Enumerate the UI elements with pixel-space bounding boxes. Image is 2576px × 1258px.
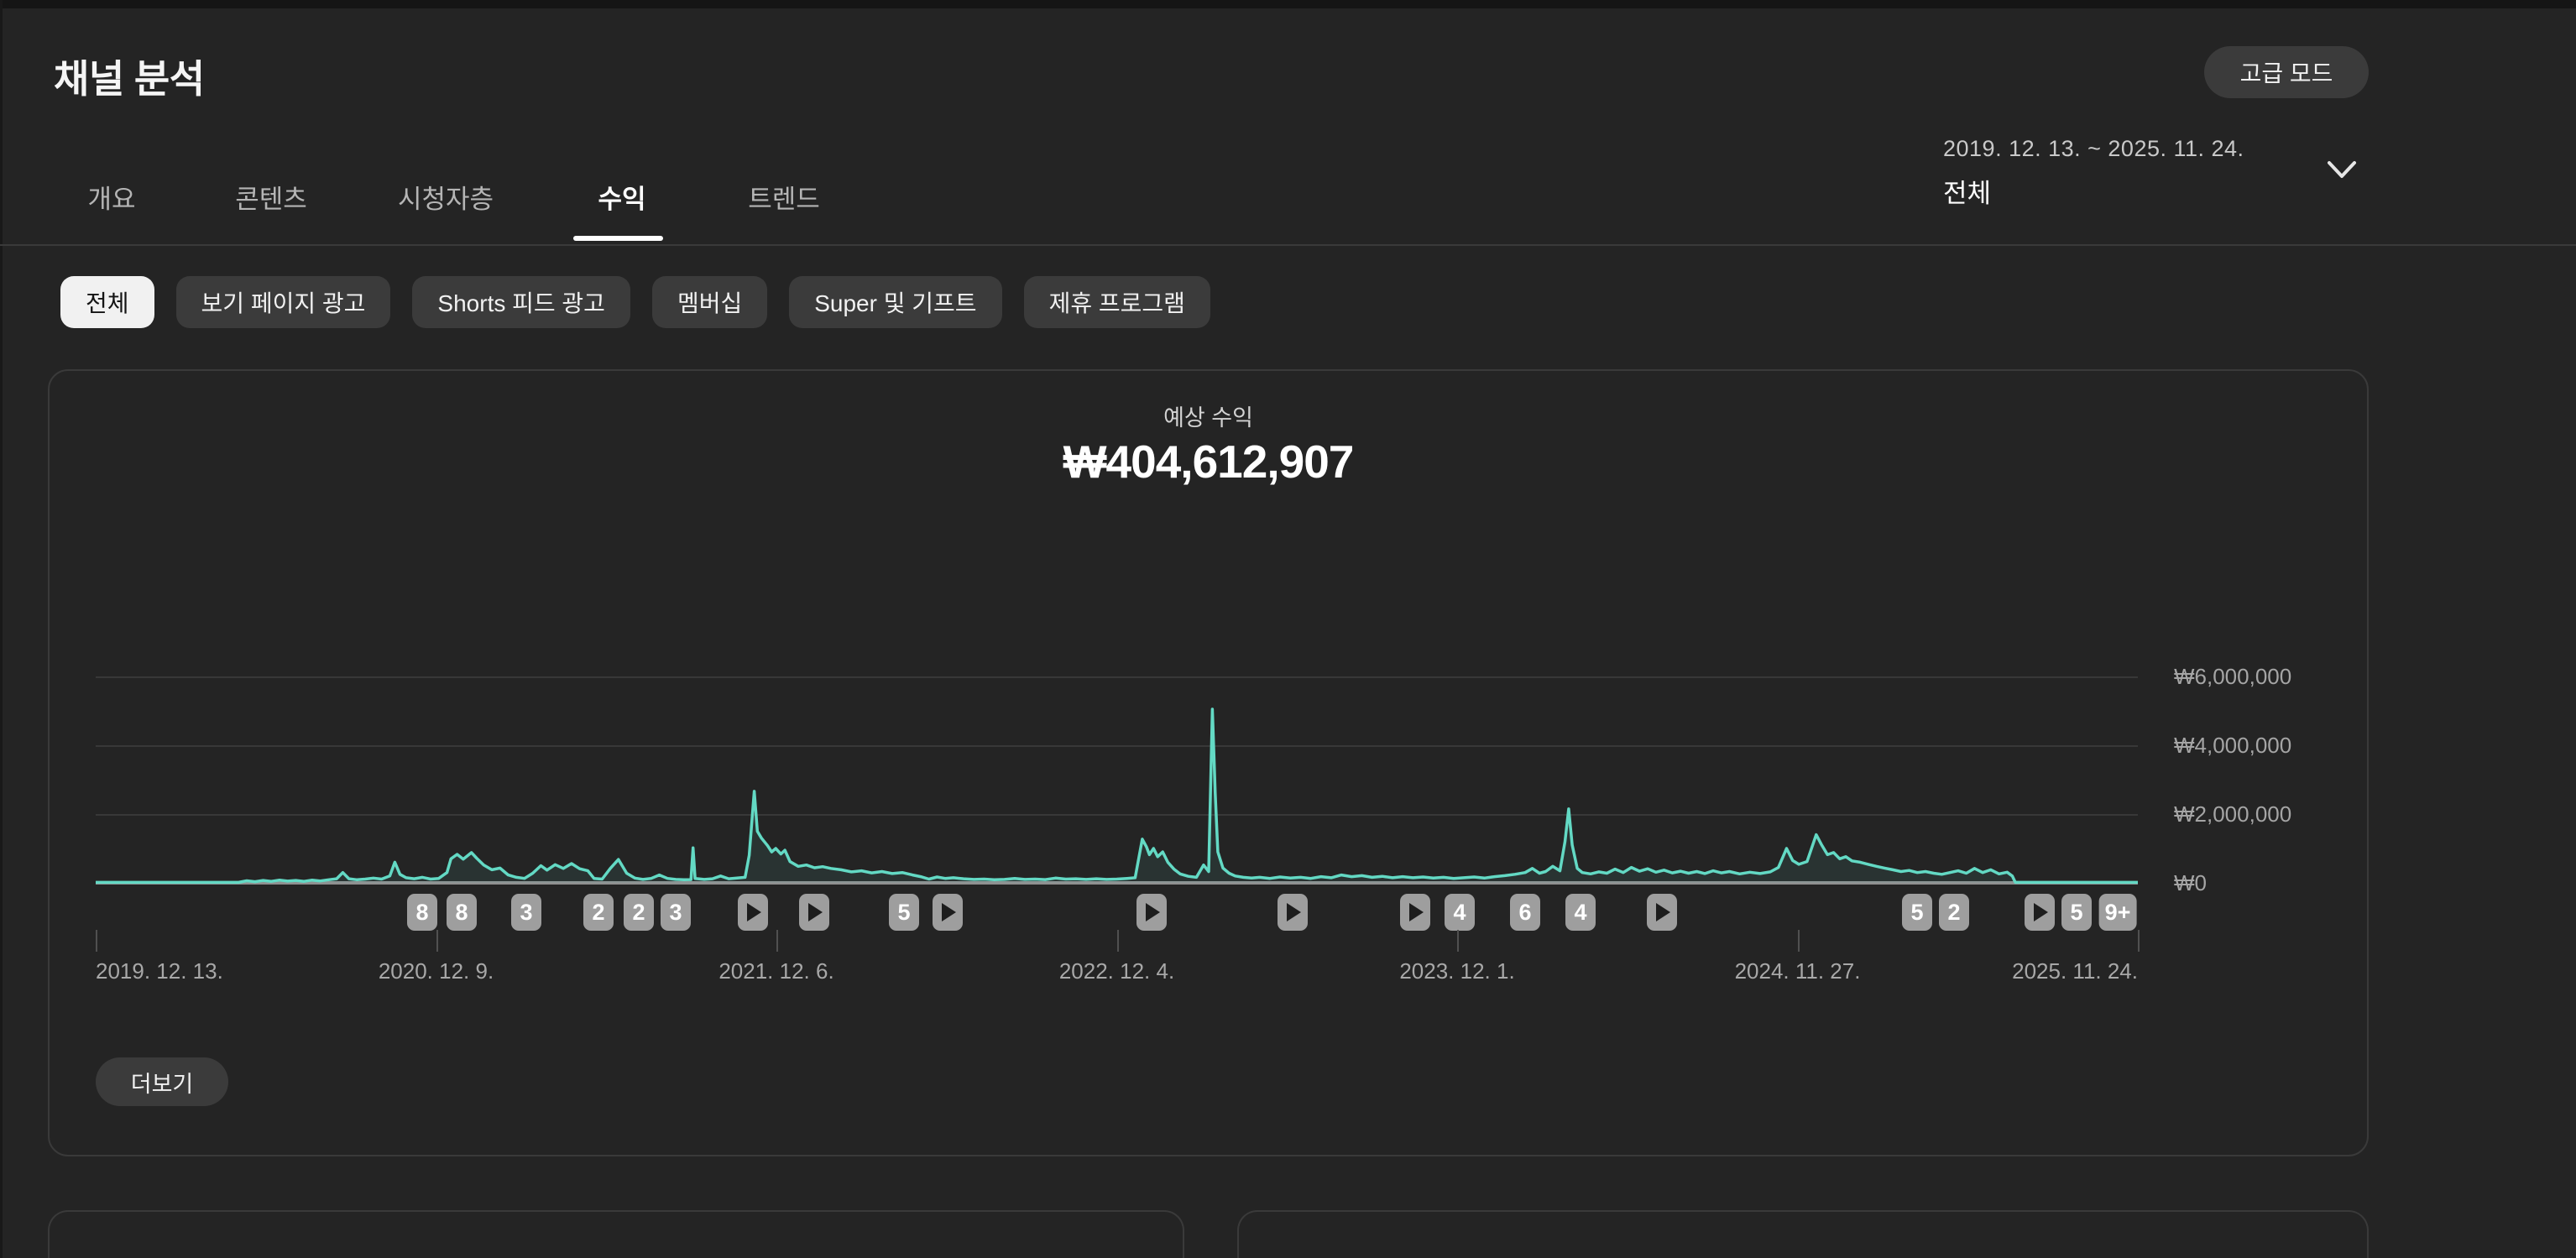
date-scope-text: 전체 xyxy=(1943,172,2244,210)
tab-2[interactable]: 콘텐츠 xyxy=(235,178,307,216)
estimated-revenue-card: 예상 수익 ₩404,612,907 ₩6,000,000 ₩4,000,000 ₩… xyxy=(48,369,2369,1156)
x-axis-tick xyxy=(1798,930,1800,952)
window-left-edge xyxy=(0,0,3,1258)
x-axis-tick xyxy=(436,930,438,952)
play-icon xyxy=(808,903,823,921)
video-marker-play-icon[interactable] xyxy=(738,894,768,931)
filter-chip-1[interactable]: 전체 xyxy=(60,276,154,328)
x-axis-tick xyxy=(776,930,778,952)
x-axis-tick xyxy=(1457,930,1459,952)
play-icon xyxy=(747,903,761,921)
metric-value: ₩404,612,907 xyxy=(50,435,2367,488)
video-marker-play-icon[interactable] xyxy=(933,894,963,931)
video-marker-count[interactable]: 5 xyxy=(2061,894,2092,931)
video-marker-count[interactable]: 5 xyxy=(1902,894,1932,931)
x-axis-label: 2023. 12. 1. xyxy=(1399,958,1514,984)
x-axis-tick xyxy=(2138,930,2140,952)
video-marker-count[interactable]: 8 xyxy=(407,894,437,931)
y-axis-label: ₩4,000,000 xyxy=(2174,732,2367,759)
revenue-filter-chips: 전체 보기 페이지 광고 Shorts 피드 광고 멤버십 Super 및 기프트 제휴 … xyxy=(60,276,1210,328)
x-axis-label: 2024. 11. 27. xyxy=(1735,958,1861,984)
chevron-down-icon[interactable] xyxy=(2327,159,2357,180)
play-icon xyxy=(2034,903,2048,921)
video-marker-count[interactable]: 8 xyxy=(447,894,477,931)
video-marker-count[interactable]: 9+ xyxy=(2099,894,2137,931)
video-marker-play-icon[interactable] xyxy=(2025,894,2055,931)
video-marker-count[interactable]: 4 xyxy=(1445,894,1475,931)
play-icon xyxy=(942,903,956,921)
video-marker-play-icon[interactable] xyxy=(1278,894,1308,931)
video-marker-count[interactable]: 3 xyxy=(511,894,541,931)
filter-chip-5[interactable]: Super 및 기프트 xyxy=(789,276,1001,328)
partial-card-right xyxy=(1237,1210,2369,1258)
video-marker-play-icon[interactable] xyxy=(1400,894,1430,931)
y-axis-label: ₩6,000,000 xyxy=(2174,663,2367,690)
partial-card-left xyxy=(48,1210,1184,1258)
video-marker-play-icon[interactable] xyxy=(1136,894,1167,931)
x-axis-label: 2025. 11. 24. xyxy=(2012,958,2138,984)
x-axis-label: 2022. 12. 4. xyxy=(1059,958,1174,984)
play-icon xyxy=(1146,903,1160,921)
video-marker-count[interactable]: 6 xyxy=(1510,894,1540,931)
window-top-edge xyxy=(0,0,2576,8)
x-axis-label: 2021. 12. 6. xyxy=(718,958,833,984)
metric-label: 예상 수익 xyxy=(50,399,2367,432)
video-marker-play-icon[interactable] xyxy=(1647,894,1677,931)
video-marker-play-icon[interactable] xyxy=(799,894,829,931)
tab-1[interactable]: 개요 xyxy=(87,178,135,216)
x-axis-tick xyxy=(1117,930,1119,952)
video-marker-count[interactable]: 4 xyxy=(1565,894,1596,931)
date-range-text: 2019. 12. 13. ~ 2025. 11. 24. xyxy=(1943,136,2244,162)
video-marker-count[interactable]: 3 xyxy=(661,894,691,931)
x-axis-label: 2019. 12. 13. xyxy=(96,958,223,984)
video-marker-count[interactable]: 2 xyxy=(624,894,654,931)
filter-chip-3[interactable]: Shorts 피드 광고 xyxy=(412,276,630,328)
video-marker-strip: 88322354645259+ xyxy=(96,894,2138,932)
play-icon xyxy=(1656,903,1670,921)
x-axis-tick xyxy=(96,930,97,952)
video-marker-count[interactable]: 2 xyxy=(583,894,614,931)
x-axis-label: 2020. 12. 9. xyxy=(379,958,494,984)
tabs-divider xyxy=(0,244,2576,246)
revenue-line-chart[interactable] xyxy=(96,623,2138,900)
tab-3[interactable]: 시청자층 xyxy=(398,178,494,216)
date-filter[interactable]: 2019. 12. 13. ~ 2025. 11. 24. 전체 xyxy=(1943,136,2244,210)
y-axis-label: ₩0 xyxy=(2174,869,2367,896)
tab-4[interactable]: 수익 xyxy=(598,178,645,216)
tab-5[interactable]: 트렌드 xyxy=(748,178,820,216)
see-more-button[interactable]: 더보기 xyxy=(96,1057,228,1106)
filter-chip-6[interactable]: 제휴 프로그램 xyxy=(1024,276,1210,328)
video-marker-count[interactable]: 5 xyxy=(889,894,919,931)
video-marker-count[interactable]: 2 xyxy=(1939,894,1969,931)
filter-chip-4[interactable]: 멤버십 xyxy=(652,276,767,328)
advanced-mode-button[interactable]: 고급 모드 xyxy=(2204,46,2369,98)
page-title: 채널 분석 xyxy=(54,49,205,104)
play-icon xyxy=(1287,903,1301,921)
play-icon xyxy=(1409,903,1424,921)
y-axis-label: ₩2,000,000 xyxy=(2174,801,2367,827)
active-tab-underline xyxy=(573,236,663,241)
filter-chip-2[interactable]: 보기 페이지 광고 xyxy=(176,276,391,328)
